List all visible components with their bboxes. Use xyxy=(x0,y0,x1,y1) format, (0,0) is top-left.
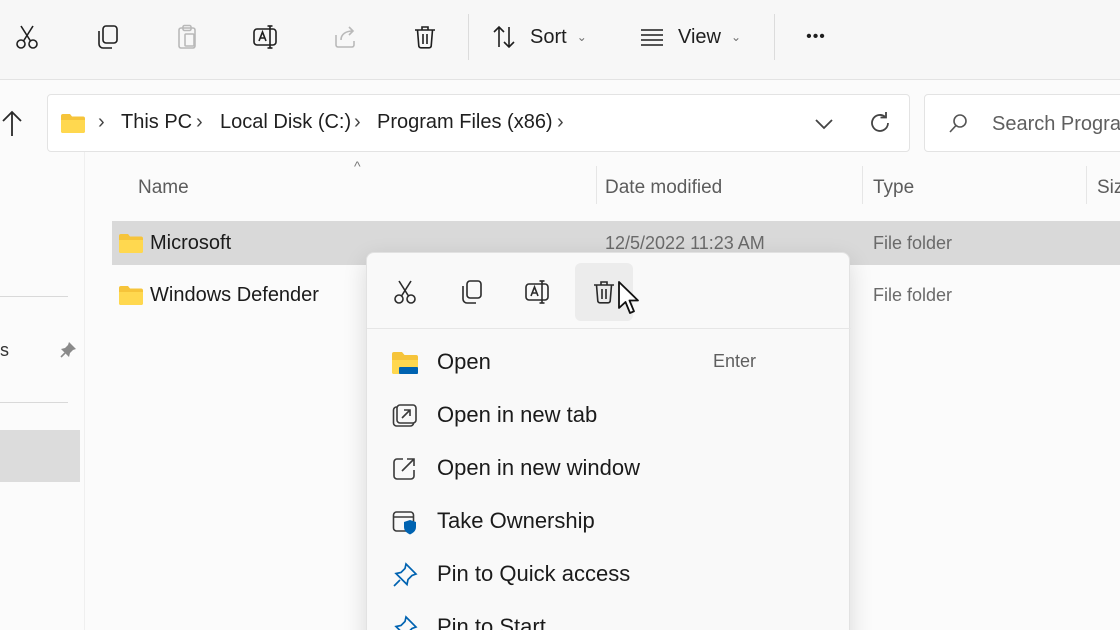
folder-icon xyxy=(61,114,85,133)
share-icon xyxy=(335,26,355,48)
new-window-icon xyxy=(393,458,415,480)
menu-item-label: Take Ownership xyxy=(437,508,595,533)
mouse-cursor-icon xyxy=(618,281,639,314)
sort-icon xyxy=(493,25,515,49)
chevron-down-icon[interactable] xyxy=(811,111,837,137)
search-input[interactable]: Search Program xyxy=(924,94,1120,152)
nav-selected-item[interactable] xyxy=(0,430,80,482)
delete-button[interactable] xyxy=(404,16,446,58)
chevron-down-icon: ⌄ xyxy=(576,30,587,44)
search-placeholder: Search Program xyxy=(992,113,1120,135)
rename-icon xyxy=(525,280,549,304)
column-divider[interactable] xyxy=(862,166,863,204)
breadcrumb-separator: › xyxy=(557,111,564,133)
column-divider[interactable] xyxy=(1086,166,1087,204)
cut-button[interactable] xyxy=(8,16,46,58)
refresh-icon[interactable] xyxy=(866,109,894,137)
copy-button[interactable] xyxy=(86,16,128,58)
nav-divider xyxy=(0,296,68,297)
breadcrumb-program-files-x86[interactable]: Program Files (x86) xyxy=(377,111,553,134)
menu-item-label: Open in new tab xyxy=(437,402,598,427)
folder-icon xyxy=(119,234,143,253)
view-label: View xyxy=(678,25,721,48)
menu-item-pin-to-quick-access[interactable]: Pin to Quick access xyxy=(367,550,851,600)
column-divider[interactable] xyxy=(596,166,597,204)
nav-divider xyxy=(0,402,68,403)
search-icon xyxy=(949,114,967,133)
file-name: Microsoft xyxy=(150,232,232,254)
breadcrumb-separator: › xyxy=(196,111,203,133)
menu-item-shortcut: Enter xyxy=(713,351,757,371)
paste-button[interactable] xyxy=(166,16,208,58)
delete-icon xyxy=(415,26,435,49)
sort-button[interactable]: Sort ⌄ xyxy=(490,16,602,58)
pane-divider xyxy=(84,152,85,630)
shield-icon xyxy=(392,511,416,535)
breadcrumb-separator: › xyxy=(98,111,105,133)
share-button[interactable] xyxy=(324,16,366,58)
rename-icon xyxy=(253,25,277,49)
view-icon xyxy=(641,29,663,46)
menu-item-open[interactable]: Open Enter xyxy=(367,338,851,388)
folder-icon xyxy=(119,286,143,305)
more-options-button[interactable]: ••• xyxy=(794,16,838,58)
more-icon: ••• xyxy=(806,28,826,45)
menu-item-pin-to-start[interactable]: Pin to Start xyxy=(367,603,851,630)
column-header-date[interactable]: Date modified xyxy=(605,177,722,199)
new-tab-icon xyxy=(392,404,417,427)
pin-icon xyxy=(393,562,418,587)
cut-icon xyxy=(394,280,416,304)
arrow-up-icon xyxy=(2,110,22,136)
pin-start-icon xyxy=(394,615,418,630)
file-type: File folder xyxy=(873,233,953,253)
menu-item-open-in-new-window[interactable]: Open in new window xyxy=(367,444,851,494)
file-name: Windows Defender xyxy=(150,284,319,306)
paste-icon xyxy=(178,24,196,49)
copy-icon xyxy=(98,25,118,49)
address-bar[interactable]: › This PC › Local Disk (C:) › Program Fi… xyxy=(47,94,910,152)
view-button[interactable]: View ⌄ xyxy=(638,16,754,58)
file-type: File folder xyxy=(873,285,953,305)
file-date: 12/5/2022 11:23 AM xyxy=(605,233,765,253)
column-header-size[interactable]: Siz xyxy=(1097,177,1120,199)
cut-icon xyxy=(16,25,38,49)
column-header-type[interactable]: Type xyxy=(873,177,914,199)
chevron-down-icon: ⌄ xyxy=(731,30,742,44)
context-copy-button[interactable] xyxy=(442,263,500,321)
breadcrumb-separator: › xyxy=(354,111,361,133)
menu-item-label: Pin to Quick access xyxy=(437,561,631,586)
sort-indicator-icon: ^ xyxy=(354,158,361,174)
sort-label: Sort xyxy=(530,25,567,48)
toolbar-divider xyxy=(468,14,469,60)
menu-item-label: Open xyxy=(437,349,491,374)
column-header-name[interactable]: Name xyxy=(138,177,189,199)
context-cut-button[interactable] xyxy=(376,263,434,321)
delete-icon xyxy=(594,281,614,304)
context-menu: Open Enter Open in new tab Open in new w… xyxy=(366,252,851,630)
menu-item-label: Pin to Start xyxy=(437,614,546,630)
nav-item-label[interactable]: s xyxy=(0,340,9,361)
rename-button[interactable] xyxy=(244,16,286,58)
context-quick-actions xyxy=(367,253,851,329)
context-rename-button[interactable] xyxy=(508,263,566,321)
menu-item-label: Open in new window xyxy=(437,455,641,480)
copy-icon xyxy=(462,280,482,304)
up-button[interactable] xyxy=(0,108,26,138)
command-bar: Sort ⌄ View ⌄ ••• xyxy=(0,0,1120,80)
pin-icon xyxy=(60,342,76,358)
menu-item-take-ownership[interactable]: Take Ownership xyxy=(367,497,851,547)
breadcrumb-local-disk[interactable]: Local Disk (C:) xyxy=(220,111,351,134)
breadcrumb-this-pc[interactable]: This PC xyxy=(121,111,192,134)
folder-open-icon xyxy=(392,352,418,374)
toolbar-divider xyxy=(774,14,775,60)
menu-item-open-in-new-tab[interactable]: Open in new tab xyxy=(367,391,851,441)
